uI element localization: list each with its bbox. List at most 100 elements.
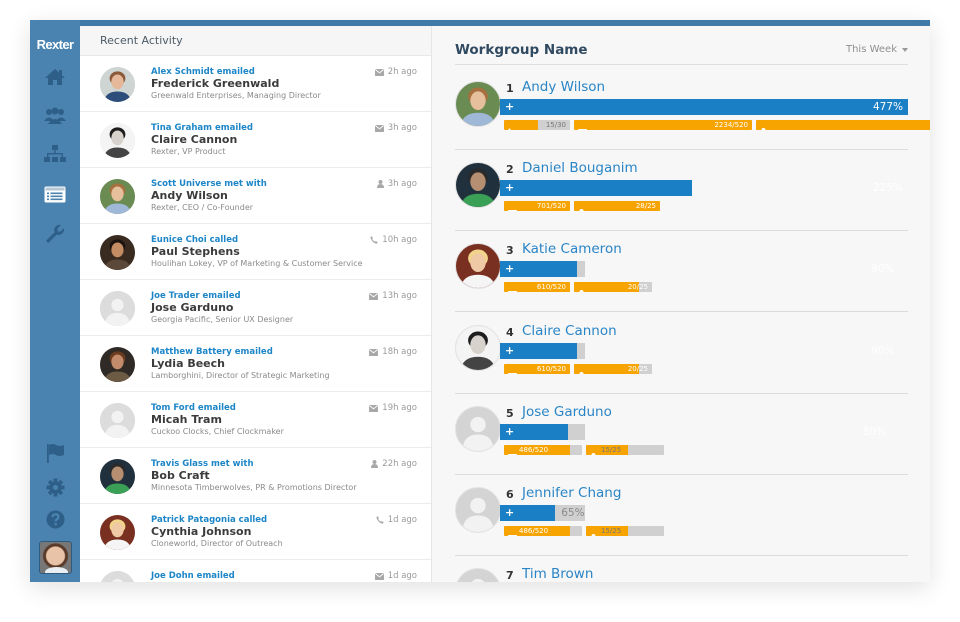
time-label: 1d ago <box>387 571 417 581</box>
person-icon <box>590 446 597 455</box>
leaderboard-row[interactable]: 6 Jennifer Chang + 65% 486/520 15/25 <box>455 475 908 556</box>
activity-item[interactable]: Scott Universe met with Andy Wilson Rext… <box>80 168 431 224</box>
contact-name[interactable]: Paul Stephens <box>151 245 240 258</box>
activity-time: 18h ago <box>369 347 417 357</box>
member-name[interactable]: Katie Cameron <box>522 241 622 257</box>
app-window: Rexter Recent Activity Alex Schmidt emai… <box>30 20 930 582</box>
contact-avatar[interactable] <box>100 235 135 270</box>
contact-name[interactable]: Micah Tram <box>151 413 222 426</box>
flag-icon[interactable] <box>43 442 67 464</box>
member-name[interactable]: Andy Wilson <box>522 79 605 95</box>
envelope-icon <box>508 202 517 211</box>
member-avatar[interactable] <box>455 487 501 533</box>
activity-item[interactable]: Joe Trader emailed Jose Garduno Georgia … <box>80 280 431 336</box>
plus-icon[interactable]: + <box>505 180 514 196</box>
activity-item[interactable]: Tina Graham emailed Claire Cannon Rexter… <box>80 112 431 168</box>
workgroup-title: Workgroup Name <box>455 42 588 58</box>
member-name[interactable]: Claire Cannon <box>522 323 617 339</box>
contact-avatar[interactable] <box>100 123 135 158</box>
contact-name[interactable]: Claire Cannon <box>151 133 237 146</box>
member-avatar[interactable] <box>455 325 501 371</box>
activity-actor[interactable]: Alex Schmidt emailed <box>151 67 255 77</box>
gear-icon[interactable] <box>43 476 67 498</box>
activity-item[interactable]: Tom Ford emailed Micah Tram Cuckoo Clock… <box>80 392 431 448</box>
activity-actor[interactable]: Joe Trader emailed <box>151 291 241 301</box>
help-icon[interactable] <box>43 508 67 530</box>
contact-avatar[interactable] <box>100 179 135 214</box>
activity-actor[interactable]: Tina Graham emailed <box>151 123 253 133</box>
contact-avatar[interactable] <box>100 403 135 438</box>
activity-actor[interactable]: Tom Ford emailed <box>151 403 236 413</box>
users-icon[interactable] <box>43 105 67 127</box>
time-label: 3h ago <box>387 179 417 189</box>
envelope-icon <box>508 527 517 536</box>
contact-name[interactable]: Jose Garduno <box>151 301 233 314</box>
progress-percent: 477% <box>872 101 903 113</box>
wrench-icon[interactable] <box>43 223 67 245</box>
kpi-value: 15/30 <box>545 121 566 129</box>
member-avatar[interactable] <box>455 162 501 208</box>
divider <box>455 64 908 65</box>
leaderboard-row[interactable]: 3 Katie Cameron + 90% 610/520 20/25 <box>455 231 908 312</box>
contact-avatar[interactable] <box>100 347 135 382</box>
contact-name[interactable]: Frederick Greenwald <box>151 77 279 90</box>
current-user-avatar[interactable] <box>39 541 72 574</box>
person-icon <box>590 527 597 536</box>
person-icon <box>578 283 585 292</box>
progress-percent: 65% <box>561 507 585 519</box>
plus-icon[interactable]: + <box>505 99 514 115</box>
list-card-icon[interactable] <box>43 183 67 205</box>
member-name[interactable]: Daniel Bouganim <box>522 160 638 176</box>
brand-logo[interactable]: Rexter <box>30 37 80 52</box>
contact-avatar[interactable] <box>100 515 135 550</box>
activity-item[interactable]: Eunice Choi called Paul Stephens Houliha… <box>80 224 431 280</box>
plus-icon[interactable]: + <box>505 343 514 359</box>
member-name[interactable]: Jose Garduno <box>522 404 612 420</box>
leaderboard-row[interactable]: 2 Daniel Bouganim + 225% 701/520 28/25 <box>455 150 908 231</box>
activity-item[interactable]: Patrick Patagonia called Cynthia Johnson… <box>80 504 431 560</box>
kpi-meeting: 15/25 <box>586 526 664 536</box>
member-avatar[interactable] <box>455 81 501 127</box>
member-name[interactable]: Tim Brown <box>522 566 593 582</box>
kpi-value: 701/520 <box>536 202 566 210</box>
sidebar: Rexter <box>30 20 80 582</box>
contact-name[interactable]: Cynthia Johnson <box>151 525 251 538</box>
activity-actor[interactable]: Travis Glass met with <box>151 459 254 469</box>
activity-item[interactable]: Travis Glass met with Bob Craft Minnesot… <box>80 448 431 504</box>
envelope-icon <box>508 283 517 292</box>
plus-icon[interactable]: + <box>505 424 514 440</box>
contact-avatar[interactable] <box>100 291 135 326</box>
activity-item[interactable]: Joe Dohn emailed 1d ago <box>80 560 431 582</box>
contact-name[interactable]: Lydia Beech <box>151 357 225 370</box>
time-label: 19h ago <box>382 403 417 413</box>
activity-actor[interactable]: Matthew Battery emailed <box>151 347 273 357</box>
activity-item[interactable]: Matthew Battery emailed Lydia Beech Lamb… <box>80 336 431 392</box>
envelope-icon <box>374 124 384 132</box>
home-icon[interactable] <box>43 66 67 88</box>
contact-name[interactable]: Andy Wilson <box>151 189 228 202</box>
plus-icon[interactable]: + <box>505 505 514 521</box>
activity-actor[interactable]: Patrick Patagonia called <box>151 515 267 525</box>
contact-avatar[interactable] <box>100 459 135 494</box>
plus-icon[interactable]: + <box>505 261 514 277</box>
contact-detail: Rexter, VP Product <box>151 147 226 156</box>
member-avatar[interactable] <box>455 406 501 452</box>
leaderboard-row[interactable]: 1 Andy Wilson + 477% 15/30 2234/520 136/… <box>455 69 930 150</box>
member-name[interactable]: Jennifer Chang <box>522 485 621 501</box>
activity-actor[interactable]: Joe Dohn emailed <box>151 571 235 581</box>
activity-actor[interactable]: Eunice Choi called <box>151 235 238 245</box>
contact-avatar[interactable] <box>100 67 135 102</box>
member-avatar[interactable] <box>455 568 501 582</box>
member-avatar[interactable] <box>455 243 501 289</box>
activity-time: 1d ago <box>375 515 417 525</box>
period-dropdown[interactable]: This Week <box>846 44 908 55</box>
leaderboard-row[interactable]: 5 Jose Garduno + 80% 486/520 15/25 <box>455 394 908 475</box>
contact-name[interactable]: Bob Craft <box>151 469 210 482</box>
envelope-icon <box>369 348 379 356</box>
contact-avatar[interactable] <box>100 571 135 582</box>
leaderboard-row[interactable]: 7 Tim Brown <box>455 556 908 582</box>
leaderboard-row[interactable]: 4 Claire Cannon + 90% 610/520 20/25 <box>455 313 908 394</box>
activity-actor[interactable]: Scott Universe met with <box>151 179 267 189</box>
sitemap-icon[interactable] <box>43 143 67 165</box>
activity-item[interactable]: Alex Schmidt emailed Frederick Greenwald… <box>80 56 431 112</box>
